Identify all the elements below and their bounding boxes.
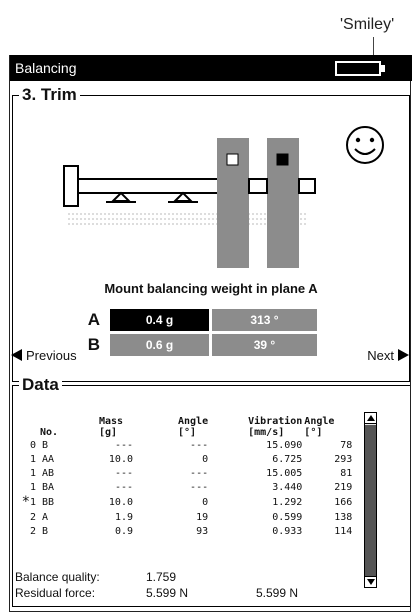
plane-b-mass[interactable]: 0.6 g: [110, 334, 209, 356]
shaft-end: [298, 178, 316, 194]
plane-a-weight-marker: [226, 153, 239, 166]
callout-leader-line: [373, 37, 374, 55]
next-button[interactable]: Next: [367, 348, 409, 363]
table-row-selected[interactable]: * 1 BB 10.0 0 1.292 166: [17, 494, 353, 510]
table-row[interactable]: 1 AB --- --- 15.005 81: [17, 466, 352, 480]
cell-mass: 10.0: [108, 496, 133, 508]
cell-no: 0 B: [30, 439, 49, 451]
row-marker: *: [21, 494, 30, 510]
row-marker: [17, 510, 30, 524]
cell-vibration: 0.933: [272, 525, 303, 537]
window-title: Balancing: [15, 60, 77, 76]
cell-no: 1 AB: [30, 467, 55, 479]
cell-vib-angle: 219: [334, 481, 353, 493]
cell-mass: ---: [114, 481, 133, 493]
row-marker: [17, 524, 30, 538]
table-header-row: No. Mass [g] Angle [°] Vibration [mm/s] Ang…: [17, 406, 352, 438]
table-row[interactable]: 2 A 1.9 19 0.599 138: [17, 510, 352, 524]
cell-angle: 0: [202, 496, 209, 508]
cell-vib-angle: 114: [334, 525, 353, 537]
residual-force-value-a: 5.599 N: [146, 586, 189, 600]
battery-icon: [335, 61, 381, 76]
cell-mass: ---: [114, 439, 133, 451]
rotor-diagram: [63, 126, 384, 268]
cell-angle: 19: [196, 511, 209, 523]
instruction-text: Mount balancing weight in plane A: [104, 281, 318, 296]
cell-vibration: 15.005: [266, 467, 303, 479]
cell-no: 1 BA: [30, 481, 55, 493]
title-bar: Balancing: [10, 55, 412, 81]
row-marker: [17, 452, 30, 466]
smiley-callout-label: 'Smiley': [340, 16, 395, 33]
cell-no: 2 B: [30, 525, 49, 537]
cell-angle: 93: [196, 525, 209, 537]
col-mass-header: Mass [g]: [99, 416, 124, 438]
scroll-thumb[interactable]: [365, 425, 376, 576]
triangle-right-icon: [398, 349, 409, 361]
next-label: Next: [367, 348, 394, 363]
device-screen: Balancing 3. Trim Mount balancing weight…: [9, 55, 412, 612]
cell-vib-angle: 166: [334, 496, 353, 508]
cell-vibration: 6.725: [272, 453, 303, 465]
cell-vib-angle: 81: [340, 467, 353, 479]
trim-panel: 3. Trim Mount balancing weight in plane …: [12, 85, 410, 382]
previous-button[interactable]: Previous: [11, 348, 77, 363]
balance-quality-label: Balance quality:: [15, 570, 100, 584]
bearing-support-right: [172, 191, 194, 202]
cell-vibration: 1.292: [272, 496, 303, 508]
data-scrollbar[interactable]: [364, 412, 377, 588]
plane-a-label: A: [87, 310, 100, 329]
battery-terminal: [381, 65, 385, 72]
cell-vib-angle: 138: [334, 511, 353, 523]
cell-no: 1 AA: [30, 453, 55, 465]
plane-b-row[interactable]: B 0.6 g 39 °: [70, 334, 317, 356]
plane-a-row[interactable]: A 0.4 g 313 °: [70, 309, 317, 331]
table-row[interactable]: 2 B 0.9 93 0.933 114: [17, 524, 352, 538]
data-table: No. Mass [g] Angle [°] Vibration [mm/s] Ang…: [17, 406, 353, 538]
row-marker: [17, 438, 30, 452]
residual-force-label: Residual force:: [15, 586, 96, 600]
table-row[interactable]: 1 AA 10.0 0 6.725 293: [17, 452, 352, 466]
data-title: Data: [19, 375, 62, 395]
balance-quality-value: 1.759: [146, 570, 177, 584]
trim-title: 3. Trim: [19, 85, 80, 105]
cell-mass: 1.9: [114, 511, 133, 523]
plane-a-angle[interactable]: 313 °: [212, 309, 317, 331]
col-vib-angle-header: Angle [°]: [304, 416, 335, 438]
col-no-header: No.: [40, 427, 59, 438]
cell-no: 2 A: [30, 511, 49, 523]
plane-b-angle[interactable]: 39 °: [212, 334, 317, 356]
row-marker: [17, 480, 30, 494]
residual-force-value-b: 5.599 N: [256, 586, 299, 600]
plane-b-weight-marker: [276, 153, 289, 166]
scroll-down-arrow-icon[interactable]: [365, 576, 376, 587]
cell-mass: 0.9: [114, 525, 133, 537]
cell-angle: ---: [190, 467, 209, 479]
cell-mass: 10.0: [108, 453, 133, 465]
cell-angle: ---: [190, 439, 209, 451]
table-row[interactable]: 0 B --- --- 15.090 78: [17, 438, 352, 452]
previous-label: Previous: [26, 348, 77, 363]
table-row[interactable]: 1 BA --- --- 3.440 219: [17, 480, 352, 494]
col-vibration-header: Vibration [mm/s]: [248, 416, 303, 438]
triangle-left-icon: [11, 349, 22, 361]
col-angle-header: Angle [°]: [178, 416, 209, 438]
cell-no: 1 BB: [30, 496, 55, 508]
cell-vib-angle: 293: [334, 453, 353, 465]
shaft-coupling: [63, 165, 79, 207]
scroll-up-arrow-icon[interactable]: [365, 413, 376, 424]
cell-mass: ---: [114, 467, 133, 479]
row-marker: [17, 466, 30, 480]
shaft-between-discs: [248, 178, 268, 194]
plane-a-mass[interactable]: 0.4 g: [110, 309, 209, 331]
cell-angle: ---: [190, 481, 209, 493]
smiley-face-icon: [346, 126, 384, 164]
cell-angle: 0: [202, 453, 209, 465]
cell-vibration: 0.599: [272, 511, 303, 523]
bearing-support-left: [110, 191, 132, 202]
cell-vib-angle: 78: [340, 439, 353, 451]
cell-vibration: 3.440: [272, 481, 303, 493]
cell-vibration: 15.090: [266, 439, 303, 451]
data-panel: Data No. Mass [g] Angle [°] Vibration [mm/s…: [12, 375, 410, 607]
